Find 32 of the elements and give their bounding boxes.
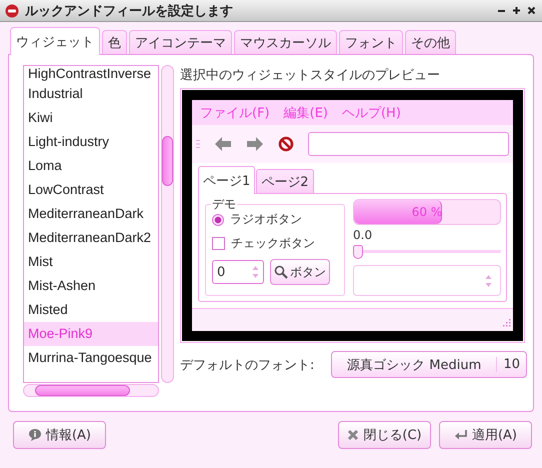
apply-button[interactable]: 適用(A) bbox=[439, 421, 532, 449]
search-button[interactable]: ボタン bbox=[270, 259, 330, 285]
preview-label: 選択中のウィジェットスタイルのプレビュー bbox=[180, 67, 441, 84]
theme-list-item[interactable]: Mist bbox=[24, 250, 158, 274]
theme-list-item[interactable]: HighContrastInverse bbox=[24, 66, 158, 82]
font-button[interactable]: 源真ゴシック Medium 10 bbox=[331, 351, 527, 378]
tab[interactable]: ページ1 bbox=[198, 166, 256, 194]
tab[interactable]: アイコンテーマ bbox=[129, 30, 232, 54]
tab[interactable]: 色 bbox=[102, 30, 127, 54]
theme-list-item[interactable]: Light-industry bbox=[24, 130, 158, 154]
tab[interactable]: フォント bbox=[339, 30, 403, 54]
info-button[interactable]: 情報(A) bbox=[13, 421, 106, 449]
theme-list-item[interactable]: MediterraneanDark bbox=[24, 202, 158, 226]
tab[interactable]: ウィジェット bbox=[10, 27, 100, 55]
theme-list-item[interactable]: Kiwi bbox=[24, 106, 158, 130]
spin-field[interactable]: 0 bbox=[212, 260, 264, 284]
radio-label: ラジオボタン bbox=[230, 211, 302, 228]
checkbox-label: チェックボタン bbox=[231, 235, 315, 252]
window-title: ルックアンドフィールを設定します bbox=[25, 2, 233, 20]
tab[interactable]: その他 bbox=[405, 30, 456, 54]
theme-list-item[interactable]: Loma bbox=[24, 154, 158, 178]
close-button[interactable]: 閉じる(C) bbox=[338, 421, 431, 449]
tab[interactable]: ページ2 bbox=[256, 169, 314, 193]
theme-list-item[interactable]: LowContrast bbox=[24, 178, 158, 202]
tab[interactable]: マウスカーソル bbox=[234, 30, 337, 54]
font-label: デフォルトのフォント: bbox=[180, 356, 314, 374]
theme-list-item[interactable]: Mist-Ashen bbox=[24, 274, 158, 298]
scale-value: 0.0 bbox=[353, 228, 374, 242]
theme-list-item[interactable]: Industrial bbox=[24, 82, 158, 106]
theme-list-item[interactable]: Misted bbox=[24, 298, 158, 322]
theme-list-item[interactable]: MediterraneanDark2 bbox=[24, 226, 158, 250]
theme-list-item[interactable]: Murrina-Tangoesque bbox=[24, 346, 158, 370]
